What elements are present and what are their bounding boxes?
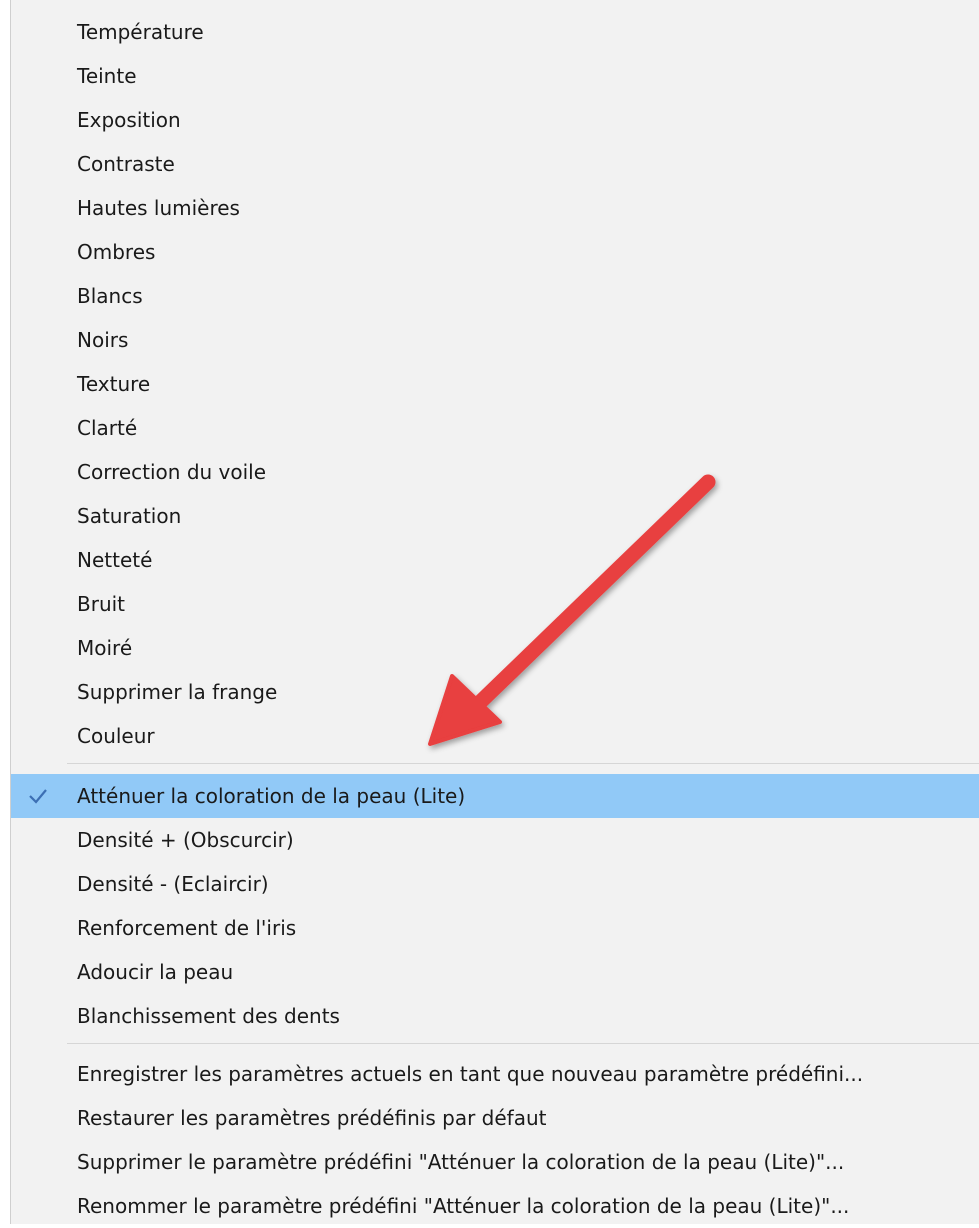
menu-item-bruit[interactable]: Bruit [11,582,979,626]
menu-item-label: Teinte [77,64,137,88]
menu-item-hautes-lumieres[interactable]: Hautes lumières [11,186,979,230]
menu-item-couleur[interactable]: Couleur [11,714,979,758]
menu-item-label: Hautes lumières [77,196,240,220]
menu-item-label: Restaurer les paramètres prédéfinis par … [77,1106,547,1130]
menu-item-label: Adoucir la peau [77,960,234,984]
menu-item-teinte[interactable]: Teinte [11,54,979,98]
menu-item-label: Renforcement de l'iris [77,916,297,940]
menu-item-attenuer-coloration-peau[interactable]: Atténuer la coloration de la peau (Lite) [11,774,979,818]
menu-item-renforcement-iris[interactable]: Renforcement de l'iris [11,906,979,950]
menu-item-temperature[interactable]: Température [11,10,979,54]
menu-item-label: Enregistrer les paramètres actuels en ta… [77,1062,864,1086]
menu-item-exposition[interactable]: Exposition [11,98,979,142]
menu-item-noirs[interactable]: Noirs [11,318,979,362]
menu-item-saturation[interactable]: Saturation [11,494,979,538]
menu-item-label: Atténuer la coloration de la peau (Lite) [77,784,466,808]
menu-item-label: Contraste [77,152,175,176]
menu-item-label: Moiré [77,636,133,660]
menu-item-label: Netteté [77,548,153,572]
context-menu: Température Teinte Exposition Contraste … [10,0,979,1224]
menu-item-adoucir-peau[interactable]: Adoucir la peau [11,950,979,994]
menu-item-correction-du-voile[interactable]: Correction du voile [11,450,979,494]
menu-item-densite-moins[interactable]: Densité - (Eclaircir) [11,862,979,906]
menu-item-label: Noirs [77,328,129,352]
menu-item-texture[interactable]: Texture [11,362,979,406]
menu-item-contraste[interactable]: Contraste [11,142,979,186]
menu-item-label: Densité + (Obscurcir) [77,828,294,852]
menu-item-renommer-preset[interactable]: Renommer le paramètre prédéfini "Atténue… [11,1184,979,1228]
menu-separator [67,763,979,764]
menu-item-enregistrer-preset[interactable]: Enregistrer les paramètres actuels en ta… [11,1052,979,1096]
menu-item-supprimer-preset[interactable]: Supprimer le paramètre prédéfini "Atténu… [11,1140,979,1184]
menu-separator [67,1043,979,1044]
menu-item-blancs[interactable]: Blancs [11,274,979,318]
menu-item-label: Blancs [77,284,143,308]
menu-item-label: Supprimer le paramètre prédéfini "Atténu… [77,1150,845,1174]
menu-item-label: Couleur [77,724,155,748]
menu-item-label: Densité - (Eclaircir) [77,872,269,896]
menu-item-label: Température [77,20,204,44]
menu-item-label: Renommer le paramètre prédéfini "Atténue… [77,1194,850,1218]
menu-item-moire[interactable]: Moiré [11,626,979,670]
menu-item-nettete[interactable]: Netteté [11,538,979,582]
menu-item-label: Bruit [77,592,126,616]
menu-item-label: Clarté [77,416,138,440]
menu-item-label: Blanchissement des dents [77,1004,340,1028]
menu-item-label: Saturation [77,504,182,528]
menu-item-blanchissement-dents[interactable]: Blanchissement des dents [11,994,979,1038]
menu-item-label: Supprimer la frange [77,680,278,704]
menu-item-supprimer-la-frange[interactable]: Supprimer la frange [11,670,979,714]
menu-item-ombres[interactable]: Ombres [11,230,979,274]
menu-item-clarte[interactable]: Clarté [11,406,979,450]
check-icon [29,789,47,804]
menu-item-label: Ombres [77,240,156,264]
menu-item-label: Texture [77,372,151,396]
menu-item-restaurer-presets[interactable]: Restaurer les paramètres prédéfinis par … [11,1096,979,1140]
menu-item-label: Correction du voile [77,460,267,484]
menu-item-densite-plus[interactable]: Densité + (Obscurcir) [11,818,979,862]
menu-item-label: Exposition [77,108,181,132]
